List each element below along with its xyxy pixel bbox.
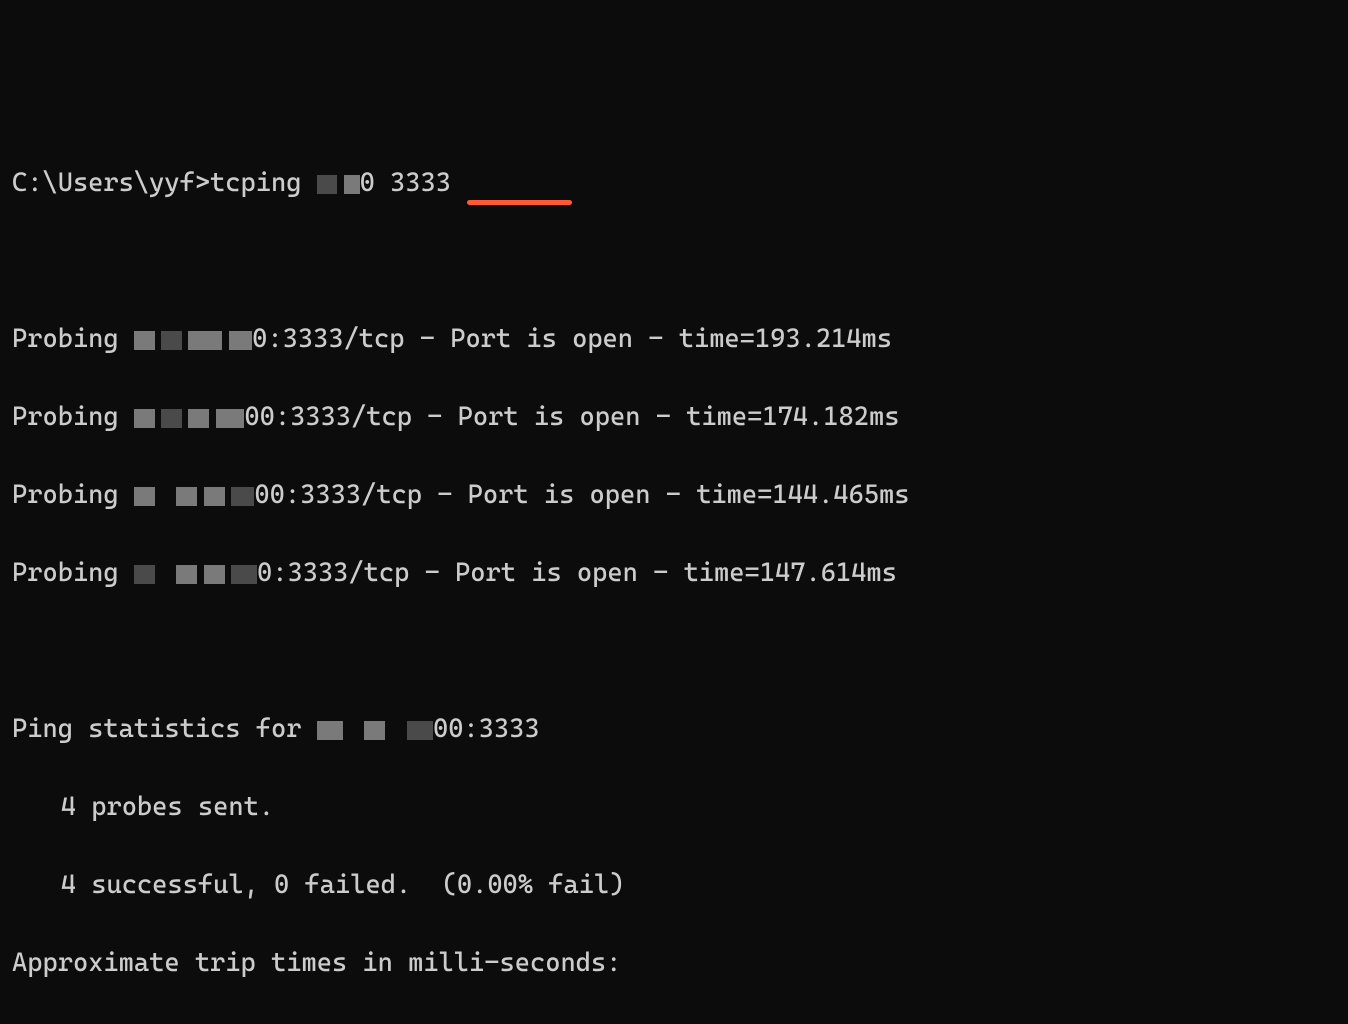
port-proto: :3333/tcp: [275, 402, 412, 432]
redacted-tail: 0: [360, 168, 375, 198]
port-proto: :3333/tcp: [285, 480, 422, 510]
blank-line: [12, 632, 1336, 671]
port-status: Port is open: [458, 402, 641, 432]
probe-time: time=193.214ms: [679, 324, 892, 354]
redacted-block: [176, 565, 197, 585]
redacted-block: [161, 331, 182, 351]
port-status: Port is open: [468, 480, 651, 510]
stats-sent: 4 probes sent.: [12, 788, 1336, 827]
redacted-block: [188, 331, 222, 351]
stats-header-tail: 00:3333: [433, 714, 540, 744]
redacted-block: [134, 331, 155, 351]
redacted-tail: 0: [257, 558, 272, 588]
redacted-block: [204, 565, 225, 585]
redacted-block: [216, 409, 245, 429]
probe-line: Probing 00:3333/tcp - Port is open - tim…: [12, 476, 1336, 515]
redacted-block: [188, 409, 209, 429]
redacted-block: [231, 565, 257, 585]
redacted-block: [317, 721, 343, 741]
probe-prefix: Probing: [12, 402, 134, 432]
redacted-block: [231, 487, 254, 507]
redacted-tail: 00: [244, 402, 274, 432]
stats-approx: Approximate trip times in milli-seconds:: [12, 944, 1336, 983]
probe-prefix: Probing: [12, 558, 134, 588]
port-status: Port is open: [455, 558, 638, 588]
redacted-block: [229, 331, 252, 351]
blank-line: [12, 242, 1336, 281]
red-underline: [467, 200, 572, 205]
probe-line: Probing 00:3333/tcp - Port is open - tim…: [12, 398, 1336, 437]
redacted-block: [161, 409, 182, 429]
redacted-block: [176, 487, 197, 507]
stats-success: 4 successful, 0 failed. (0.00% fail): [12, 866, 1336, 905]
redacted-block: [134, 409, 155, 429]
port-proto: :3333/tcp: [267, 324, 404, 354]
probe-time: time=144.465ms: [696, 480, 909, 510]
command: tcping: [210, 168, 301, 198]
stats-times: Minimum = 144.465ms, Maximum = 193.214ms…: [12, 1022, 1336, 1024]
redacted-tail: 00: [254, 480, 284, 510]
port-proto: :3333/tcp: [272, 558, 409, 588]
probe-time: time=147.614ms: [684, 558, 897, 588]
probe-line: Probing 0:3333/tcp - Port is open - time…: [12, 554, 1336, 593]
stats-header: Ping statistics for 00:3333: [12, 710, 1336, 749]
probe-time: time=174.182ms: [686, 402, 899, 432]
prompt-path: C:\Users\yyf>: [12, 168, 210, 198]
prompt-line: C:\Users\yyf>tcping 0 3333: [12, 164, 1336, 203]
redacted-block: [134, 565, 155, 585]
redacted-block: [317, 175, 338, 195]
probe-prefix: Probing: [12, 480, 134, 510]
redacted-block: [204, 487, 225, 507]
redacted-tail: 0: [252, 324, 267, 354]
probe-prefix: Probing: [12, 324, 134, 354]
redacted-block: [364, 721, 385, 741]
redacted-block: [407, 721, 433, 741]
redacted-block: [344, 175, 360, 195]
probe-line: Probing 0:3333/tcp - Port is open - time…: [12, 320, 1336, 359]
port-arg: 3333: [390, 168, 451, 198]
port-status: Port is open: [450, 324, 633, 354]
redacted-block: [134, 487, 155, 507]
